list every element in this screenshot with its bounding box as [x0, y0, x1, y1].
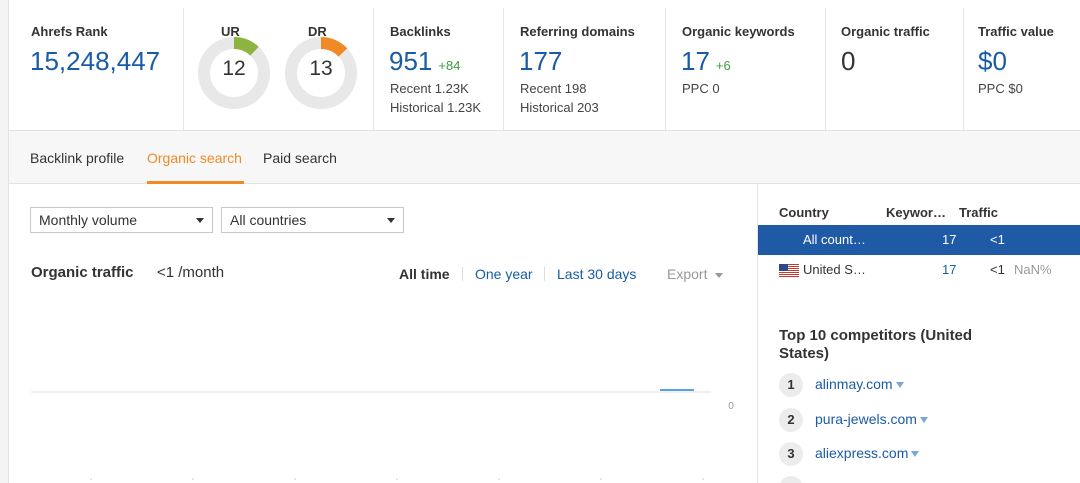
country-select[interactable]: All countries: [221, 207, 404, 233]
country-name: United S…: [803, 262, 866, 277]
country-traffic: <1: [990, 262, 1005, 277]
tab-paid-search[interactable]: Paid search: [263, 150, 337, 166]
y-tick-label: 0: [728, 401, 734, 412]
competitor-domain[interactable]: alinmay.com: [815, 376, 893, 392]
organic-traffic-label: Organic traffic: [841, 24, 930, 39]
competitor-item-partial: [779, 476, 1069, 483]
us-flag-icon: [779, 264, 799, 277]
chevron-down-icon: [715, 272, 724, 278]
country-traffic: <1: [990, 232, 1005, 247]
organic-keywords-label: Organic keywords: [682, 24, 795, 39]
tab-backlink-profile[interactable]: Backlink profile: [30, 150, 124, 166]
backlinks-card: Backlinks 951 +84 Recent 1.23K Historical…: [373, 8, 503, 130]
backlinks-historical: Historical 1.23K: [390, 100, 482, 115]
active-tab-indicator: [147, 181, 244, 184]
country-panel: Country Keywor… Traffic All count… 17 <1…: [757, 184, 1080, 483]
site-explorer-overview: Ahrefs Rank 15,248,447 UR 12 DR 13 Backl…: [8, 0, 1080, 483]
section-tabs: Backlink profile Organic search Paid sea…: [9, 131, 1080, 184]
series-line: [31, 388, 711, 392]
backlinks-recent: Recent 1.23K: [390, 81, 469, 96]
referring-domains-value[interactable]: 177: [519, 46, 562, 77]
referring-domains-historical: Historical 203: [520, 100, 599, 115]
country-traffic-share: NaN%: [1014, 262, 1052, 277]
dr-value: 13: [309, 57, 333, 80]
export-button[interactable]: Export: [667, 266, 724, 282]
backlinks-value[interactable]: 951: [389, 46, 432, 76]
range-divider: [462, 267, 463, 281]
country-row-all[interactable]: All count… 17 <1: [758, 225, 1080, 255]
chart-subtitle: <1 /month: [157, 264, 225, 281]
backlinks-label: Backlinks: [390, 24, 451, 39]
backlinks-value-line[interactable]: 951 +84: [389, 46, 460, 77]
traffic-column-header[interactable]: Traffic: [959, 205, 998, 220]
traffic-value-ppc: PPC $0: [978, 81, 1023, 96]
competitor-link[interactable]: pura-jewels.com: [815, 411, 928, 427]
country-keywords: 17: [942, 262, 957, 277]
competitor-item: 1 alinmay.com: [779, 373, 1069, 399]
competitor-domain[interactable]: pura-jewels.com: [815, 411, 917, 427]
backlinks-delta: +84: [438, 58, 461, 73]
chevron-down-icon: [387, 218, 395, 223]
traffic-value-value: $0: [978, 46, 1007, 76]
country-name: All count…: [803, 232, 866, 247]
country-keywords: 17: [942, 232, 957, 247]
export-label: Export: [667, 266, 708, 282]
traffic-value-label: Traffic value: [978, 24, 1054, 39]
organic-keywords-value[interactable]: 17: [681, 46, 710, 76]
competitor-link[interactable]: aliexpress.com: [815, 445, 920, 461]
range-last-30-days[interactable]: Last 30 days: [557, 266, 636, 282]
ahrefs-rank-value: 15,248,447: [30, 46, 161, 76]
organic-keywords-card: Organic keywords 17 +6 PPC 0: [665, 8, 825, 130]
chart-title: Organic traffic: [31, 264, 134, 281]
range-divider: [544, 267, 545, 281]
country-row-united-states[interactable]: United S… 17 <1 NaN%: [758, 255, 1080, 285]
competitor-domain[interactable]: aliexpress.com: [815, 445, 908, 461]
keywords-column-header[interactable]: Keywor…: [886, 205, 946, 220]
competitor-item: 3 aliexpress.com: [779, 442, 1069, 468]
organic-keywords-delta: +6: [715, 58, 731, 73]
country-select-value: All countries: [230, 212, 307, 228]
caret-down-icon[interactable]: [895, 382, 904, 389]
caret-down-icon[interactable]: [919, 417, 928, 424]
referring-domains-recent: Recent 198: [520, 81, 587, 96]
organic-keywords-ppc: PPC 0: [682, 81, 720, 96]
volume-select-value: Monthly volume: [39, 212, 138, 228]
organic-keywords-value-line[interactable]: 17 +6: [681, 46, 731, 77]
country-column-header[interactable]: Country: [779, 205, 829, 220]
organic-traffic-value: 0: [841, 46, 856, 76]
competitor-rank: [779, 476, 803, 483]
referring-domains-card: Referring domains 177 Recent 198 Histori…: [503, 8, 665, 130]
range-one-year[interactable]: One year: [475, 266, 533, 282]
ahrefs-rank-card: Ahrefs Rank 15,248,447: [9, 8, 183, 130]
traffic-value-card: Traffic value $0 PPC $0: [963, 8, 1080, 130]
caret-down-icon[interactable]: [911, 451, 920, 458]
metrics-bar: Ahrefs Rank 15,248,447 UR 12 DR 13 Backl…: [9, 0, 1080, 131]
tab-organic-search[interactable]: Organic search: [147, 150, 242, 166]
competitor-rank: 1: [779, 373, 803, 397]
organic-traffic-chart[interactable]: 0: [31, 300, 741, 480]
ahrefs-rank-label: Ahrefs Rank: [31, 24, 108, 39]
organic-traffic-card: Organic traffic 0: [825, 8, 963, 130]
referring-domains-label: Referring domains: [520, 24, 635, 39]
competitors-title: Top 10 competitors (United States): [779, 327, 973, 362]
competitor-rank: 2: [779, 408, 803, 432]
range-all-time[interactable]: All time: [399, 266, 450, 282]
competitor-rank: 3: [779, 442, 803, 466]
competitor-link[interactable]: alinmay.com: [815, 376, 904, 392]
competitor-item: 2 pura-jewels.com: [779, 408, 1069, 434]
rating-gauges-card: UR 12 DR 13: [183, 8, 373, 130]
volume-select[interactable]: Monthly volume: [30, 207, 213, 233]
chevron-down-icon: [196, 218, 204, 223]
ur-value: 12: [222, 57, 246, 80]
